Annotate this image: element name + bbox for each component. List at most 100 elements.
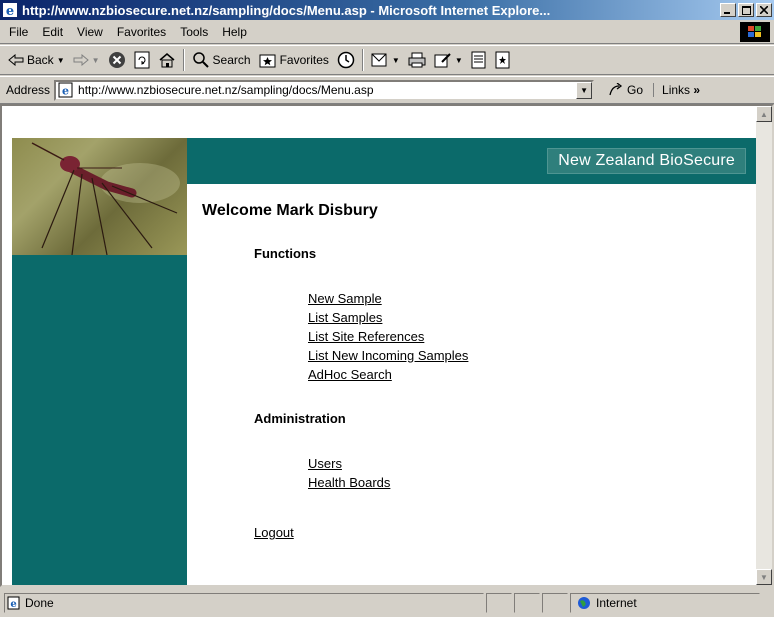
- forward-dropdown-icon[interactable]: ▼: [92, 56, 100, 65]
- edit-dropdown-icon[interactable]: ▼: [455, 56, 463, 65]
- home-icon: [159, 53, 175, 68]
- address-dropdown-button[interactable]: ▼: [576, 81, 593, 99]
- mail-button[interactable]: ▼: [367, 48, 404, 72]
- messenger-icon: [495, 51, 510, 69]
- page-icon: e: [58, 82, 73, 98]
- status-cell: [514, 592, 540, 613]
- window-title: http://www.nzbiosecure.net.nz/sampling/d…: [22, 2, 551, 18]
- globe-icon: [578, 596, 590, 609]
- search-icon: [192, 52, 209, 68]
- scroll-down-button[interactable]: ▼: [756, 569, 772, 585]
- menu-view[interactable]: View: [70, 25, 110, 39]
- address-field[interactable]: e ▼: [54, 79, 595, 101]
- list-new-incoming-samples-link[interactable]: List New Incoming Samples: [308, 348, 468, 363]
- chevron-right-icon: »: [693, 83, 701, 97]
- edit-button[interactable]: ▼: [430, 48, 467, 72]
- status-panel: e Done: [4, 592, 484, 613]
- stop-button[interactable]: [104, 48, 130, 72]
- status-cell: [542, 592, 568, 613]
- new-sample-link[interactable]: New Sample: [308, 291, 382, 306]
- menu-bar: File Edit View Favorites Tools Help: [0, 20, 774, 44]
- go-label: Go: [627, 83, 644, 97]
- list-samples-link[interactable]: List Samples: [308, 310, 382, 325]
- links-label: Links: [662, 83, 691, 97]
- menu-help[interactable]: Help: [215, 25, 254, 39]
- logout-link[interactable]: Logout: [254, 525, 294, 540]
- status-cell: [486, 592, 512, 613]
- windows-flag-icon: [748, 26, 761, 37]
- back-dropdown-icon[interactable]: ▼: [57, 56, 65, 65]
- menu-tools[interactable]: Tools: [173, 25, 215, 39]
- svg-text:e: e: [62, 85, 69, 98]
- administration-heading: Administration: [254, 411, 346, 426]
- maximize-icon: [741, 5, 751, 15]
- security-zone: Internet: [570, 592, 760, 613]
- search-button[interactable]: Search: [188, 48, 255, 72]
- users-link[interactable]: Users: [308, 456, 342, 471]
- home-button[interactable]: [154, 48, 180, 72]
- mosquito-photo: [12, 138, 187, 255]
- minimize-button[interactable]: [720, 3, 736, 17]
- back-arrow-icon: [8, 54, 24, 66]
- functions-heading: Functions: [254, 246, 317, 261]
- minimize-icon: [724, 12, 730, 14]
- address-input[interactable]: [78, 83, 577, 97]
- svg-text:e: e: [6, 4, 14, 18]
- window-titlebar[interactable]: e http://www.nzbiosecure.net.nz/sampling…: [0, 0, 774, 20]
- history-icon: [337, 51, 355, 69]
- list-site-references-link[interactable]: List Site References: [308, 329, 424, 344]
- menu-file[interactable]: File: [0, 25, 35, 39]
- welcome-heading: Welcome Mark Disbury: [202, 202, 378, 219]
- discuss-icon: [471, 51, 486, 69]
- status-text: Done: [25, 595, 54, 610]
- print-button[interactable]: [404, 48, 430, 72]
- scroll-up-button[interactable]: ▲: [756, 106, 772, 122]
- standard-toolbar: Back ▼ ▼ Search Favorites ▼ ▼: [0, 45, 774, 75]
- toolbar-separator: [182, 49, 185, 71]
- status-bar: e Done Internet: [0, 588, 774, 617]
- down-arrow-icon: ▼: [760, 572, 768, 582]
- stop-icon: [108, 52, 125, 68]
- refresh-button[interactable]: [130, 48, 154, 72]
- search-label: Search: [212, 53, 251, 67]
- discuss-button[interactable]: [467, 48, 491, 72]
- go-button[interactable]: Go: [604, 83, 647, 97]
- favorites-button[interactable]: Favorites: [255, 48, 333, 72]
- up-arrow-icon: ▲: [760, 109, 768, 119]
- links-button[interactable]: Links »: [653, 83, 700, 97]
- menu-favorites[interactable]: Favorites: [110, 25, 173, 39]
- windows-logo: [740, 22, 770, 42]
- address-bar: Address e ▼ Go Links »: [0, 76, 774, 104]
- history-button[interactable]: [333, 48, 359, 72]
- refresh-icon: [134, 51, 150, 69]
- edit-icon: [434, 53, 451, 68]
- mosquito-icon: [31, 142, 180, 255]
- messenger-button[interactable]: [491, 48, 515, 72]
- print-icon: [408, 52, 426, 68]
- favorites-icon: [259, 54, 276, 68]
- toolbar-separator: [361, 49, 364, 71]
- page-content: New Zealand BioSecure Welcome Mark Disbu…: [2, 106, 756, 585]
- browser-viewport: New Zealand BioSecure Welcome Mark Disbu…: [0, 104, 774, 587]
- ie-icon: e: [3, 3, 17, 18]
- forward-button[interactable]: ▼: [69, 48, 104, 72]
- address-label: Address: [6, 83, 51, 97]
- mail-dropdown-icon[interactable]: ▼: [392, 56, 400, 65]
- menu-edit[interactable]: Edit: [35, 25, 70, 39]
- page-done-icon: e: [7, 596, 20, 610]
- mail-icon: [371, 53, 387, 67]
- back-button[interactable]: Back ▼: [4, 48, 69, 72]
- close-icon: [760, 6, 768, 14]
- vertical-scrollbar[interactable]: ▲ ▼: [756, 106, 772, 585]
- adhoc-search-link[interactable]: AdHoc Search: [308, 367, 392, 382]
- maximize-button[interactable]: [738, 3, 754, 17]
- go-arrow-icon: [609, 83, 623, 96]
- close-button[interactable]: [756, 3, 772, 17]
- svg-text:e: e: [10, 599, 16, 610]
- back-label: Back: [27, 53, 54, 67]
- favorites-label: Favorites: [279, 53, 329, 67]
- zone-label: Internet: [596, 595, 637, 610]
- health-boards-link[interactable]: Health Boards: [308, 475, 390, 490]
- chevron-down-icon: ▼: [580, 85, 588, 95]
- forward-arrow-icon: [73, 54, 89, 66]
